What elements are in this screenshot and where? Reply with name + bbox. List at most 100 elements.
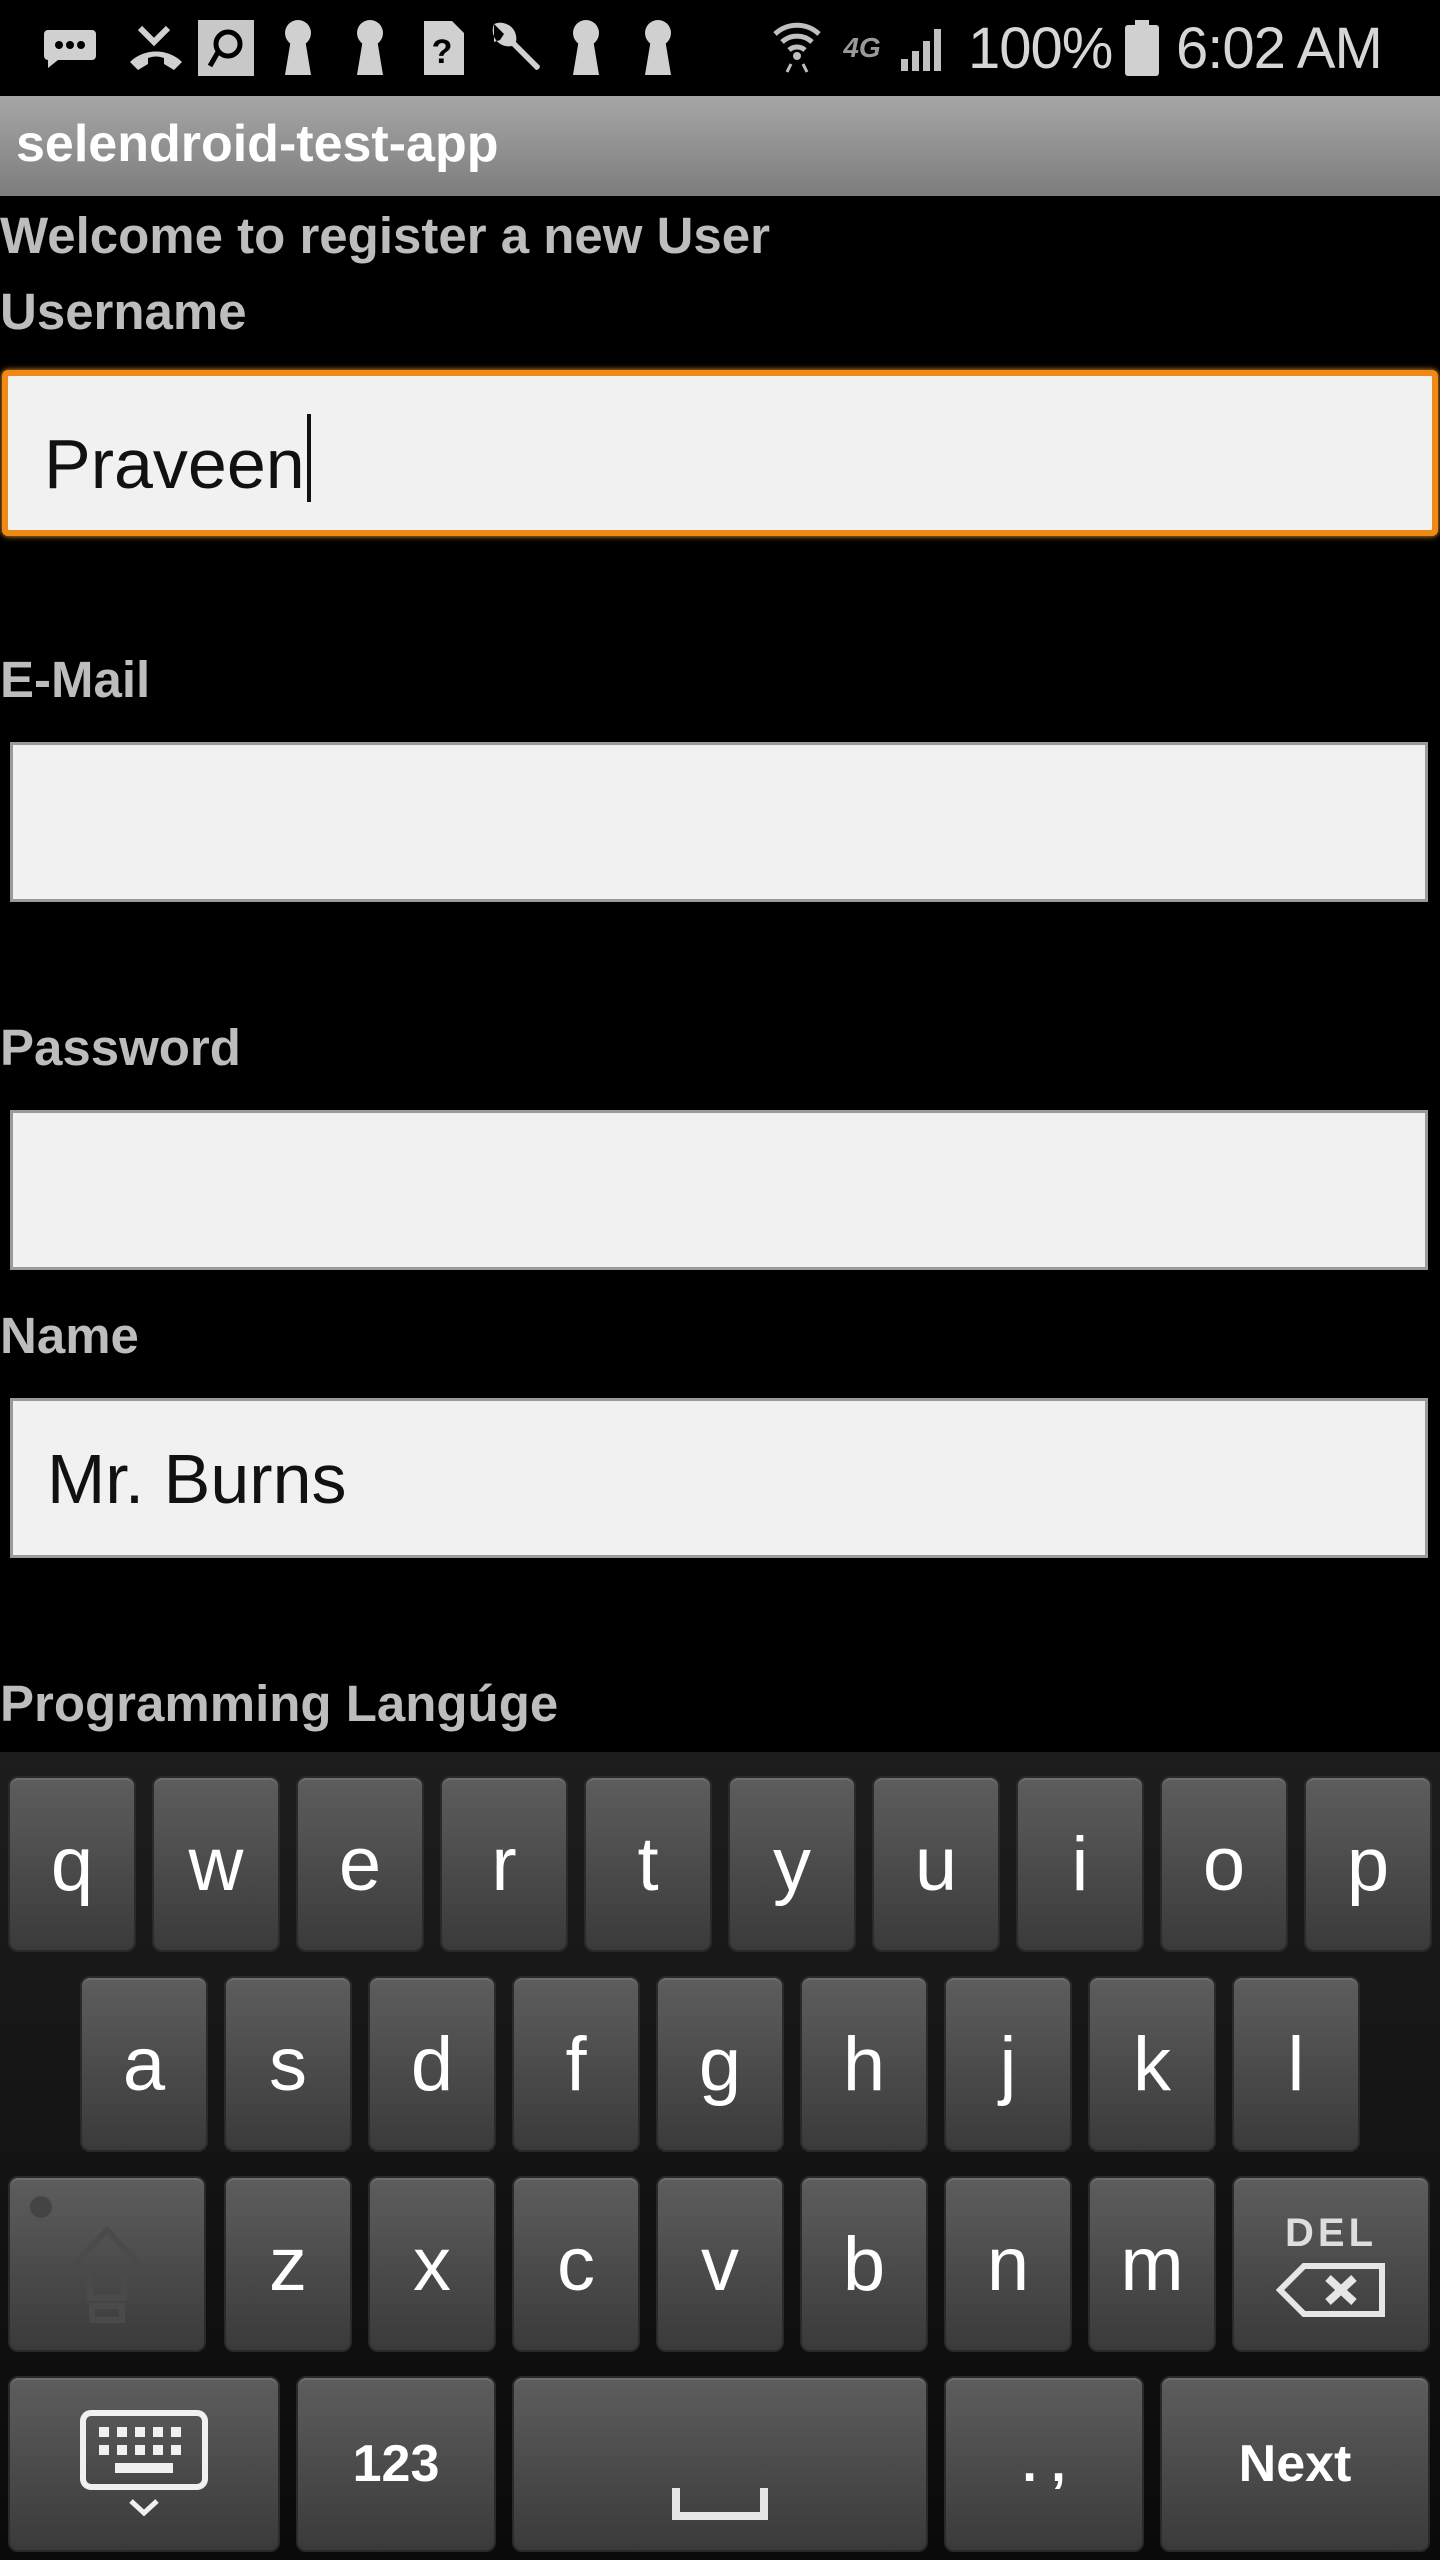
key-label: e (338, 1821, 382, 1907)
name-value: Mr. Burns (47, 1440, 347, 1518)
name-input[interactable]: Mr. Burns (10, 1398, 1428, 1558)
programming-language-label: Programming Langúge (0, 1675, 559, 1732)
key-label: f (565, 2021, 587, 2107)
key-label: k (1133, 2021, 1171, 2107)
key-o[interactable]: o (1160, 1776, 1288, 1952)
key-label: m (1120, 2221, 1184, 2307)
key-k[interactable]: k (1088, 1976, 1216, 2152)
key-label: g (698, 2021, 742, 2107)
key-r[interactable]: r (440, 1776, 568, 1952)
keyboard-icon (80, 2410, 208, 2517)
next-key-label: Next (1238, 2435, 1352, 2493)
p-app-icon (198, 18, 254, 78)
key-label: u (914, 1821, 958, 1907)
key-label: a (122, 2021, 166, 2107)
key-label: h (842, 2021, 886, 2107)
key-label: i (1071, 1821, 1089, 1907)
key-a[interactable]: a (80, 1976, 208, 2152)
password-input[interactable] (10, 1110, 1428, 1270)
key-l[interactable]: l (1232, 1976, 1360, 2152)
key-w[interactable]: w (152, 1776, 280, 1952)
shift-arrow-icon (62, 2225, 152, 2323)
keyhole-icon (566, 18, 606, 78)
key-y[interactable]: y (728, 1776, 856, 1952)
shift-key[interactable] (8, 2176, 206, 2352)
key-j[interactable]: j (944, 1976, 1072, 2152)
key-n[interactable]: n (944, 2176, 1072, 2352)
4g-lte-icon: 4G (843, 32, 881, 63)
key-label: l (1287, 2021, 1305, 2107)
key-d[interactable]: d (368, 1976, 496, 2152)
email-input[interactable] (10, 742, 1428, 902)
punctuation-key-label: . , (1022, 2435, 1066, 2493)
key-label: x (413, 2221, 451, 2307)
key-s[interactable]: s (224, 1976, 352, 2152)
key-u[interactable]: u (872, 1776, 1000, 1952)
key-x[interactable]: x (368, 2176, 496, 2352)
key-i[interactable]: i (1016, 1776, 1144, 1952)
welcome-heading: Welcome to register a new User (0, 207, 771, 264)
numbers-key-label: 123 (352, 2435, 440, 2493)
key-label: p (1346, 1821, 1390, 1907)
status-bar: ? 4G 100% 6:02 AM (0, 0, 1440, 96)
key-e[interactable]: e (296, 1776, 424, 1952)
key-label: y (773, 1821, 811, 1907)
battery-icon (1124, 18, 1160, 78)
username-value: Praveen (44, 425, 305, 503)
name-label: Name (0, 1307, 139, 1364)
numbers-key[interactable]: 123 (296, 2376, 496, 2552)
punctuation-key[interactable]: . , (944, 2376, 1144, 2552)
space-key[interactable] (512, 2376, 928, 2552)
key-label: z (269, 2221, 307, 2307)
keyhole-icon (350, 18, 390, 78)
username-input[interactable]: Praveen (2, 370, 1438, 536)
shift-indicator-dot (30, 2196, 52, 2218)
missed-call-icon (124, 18, 188, 78)
clock: 6:02 AM (1176, 15, 1383, 81)
key-v[interactable]: v (656, 2176, 784, 2352)
key-p[interactable]: p (1304, 1776, 1432, 1952)
backspace-icon (1276, 2262, 1385, 2317)
help-icon: ? (418, 18, 466, 78)
key-label: t (637, 1821, 659, 1907)
space-bar-icon (672, 2488, 768, 2520)
key-label: v (701, 2221, 739, 2307)
keyhole-icon (278, 18, 318, 78)
battery-percent: 100% (968, 15, 1113, 81)
key-g[interactable]: g (656, 1976, 784, 2152)
key-label: n (986, 2221, 1030, 2307)
key-q[interactable]: q (8, 1776, 136, 1952)
key-label: r (491, 1821, 517, 1907)
key-m[interactable]: m (1088, 2176, 1216, 2352)
username-label: Username (0, 283, 247, 340)
text-cursor (306, 414, 311, 502)
key-label: d (410, 2021, 454, 2107)
message-icon (40, 18, 100, 78)
key-z[interactable]: z (224, 2176, 352, 2352)
wrench-icon (484, 18, 544, 78)
delete-key[interactable]: DEL (1232, 2176, 1430, 2352)
key-label: q (50, 1821, 94, 1907)
action-bar: selendroid-test-app (0, 96, 1440, 196)
keyboard-switch-key[interactable] (8, 2376, 280, 2552)
key-label: c (557, 2221, 595, 2307)
svg-text:?: ? (432, 33, 453, 71)
key-label: w (188, 1821, 244, 1907)
wifi-icon (772, 18, 822, 78)
key-label: b (842, 2221, 886, 2307)
key-f[interactable]: f (512, 1976, 640, 2152)
app-title: selendroid-test-app (16, 115, 499, 173)
key-h[interactable]: h (800, 1976, 928, 2152)
email-label: E-Mail (0, 651, 151, 708)
delete-key-label: DEL (1285, 2210, 1377, 2255)
keyhole-icon (638, 18, 678, 78)
key-label: s (269, 2021, 307, 2107)
key-b[interactable]: b (800, 2176, 928, 2352)
next-key[interactable]: Next (1160, 2376, 1430, 2552)
key-label: o (1202, 1821, 1246, 1907)
key-c[interactable]: c (512, 2176, 640, 2352)
key-label: j (999, 2021, 1017, 2107)
signal-icon (898, 18, 950, 78)
password-label: Password (0, 1019, 241, 1076)
key-t[interactable]: t (584, 1776, 712, 1952)
